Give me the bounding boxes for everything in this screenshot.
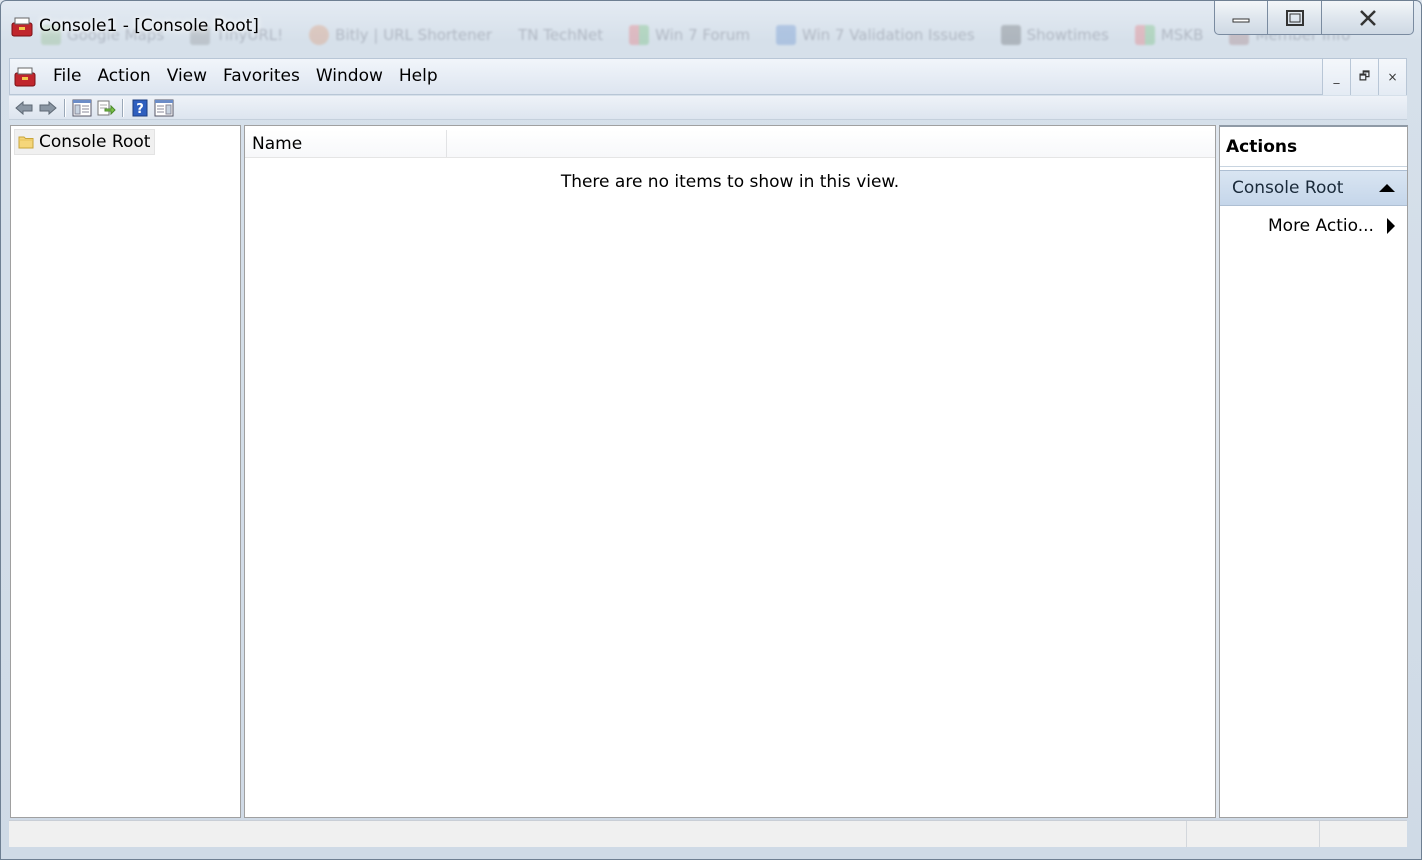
show-hide-console-tree-button[interactable] [71, 97, 92, 118]
menu-file[interactable]: File [45, 58, 89, 95]
show-hide-console-tree-icon [72, 99, 91, 116]
mmc-toolbox-icon[interactable] [13, 65, 37, 89]
minimize-icon [1232, 18, 1250, 22]
toolbar-separator [64, 98, 65, 117]
mmc-window: Google Maps TinyURL! Bitly | URL Shorten… [0, 0, 1422, 860]
menu-action[interactable]: Action [89, 58, 158, 95]
ghost-bookmark: Win 7 Validation Issues [775, 25, 975, 45]
ghost-bookmark: Bitly | URL Shortener [309, 25, 492, 45]
forward-button[interactable] [37, 97, 58, 118]
forward-arrow-icon [39, 100, 57, 115]
console-tree-pane[interactable]: Console Root [10, 125, 241, 818]
status-cell-end [1320, 821, 1407, 847]
ghost-bookmark: Showtimes [1000, 25, 1109, 45]
collapse-up-icon[interactable] [1379, 184, 1395, 192]
close-button[interactable] [1322, 1, 1414, 35]
actions-pane: Actions Console Root More Actio... [1219, 125, 1408, 818]
svg-text:?: ? [136, 102, 144, 117]
column-header-empty[interactable] [447, 130, 1215, 157]
actions-section-console-root[interactable]: Console Root [1220, 170, 1407, 206]
close-icon [1359, 9, 1376, 26]
status-cell-secondary [1187, 821, 1320, 847]
child-close-button[interactable]: × [1378, 59, 1407, 95]
minimize-button[interactable] [1214, 1, 1268, 35]
child-restore-button[interactable]: 🗗 [1350, 59, 1379, 95]
action-item-label: More Actio... [1268, 216, 1374, 236]
menu-favorites[interactable]: Favorites [215, 58, 308, 95]
help-button[interactable]: ? [129, 97, 150, 118]
menu-window[interactable]: Window [308, 58, 391, 95]
child-window-buttons: _ 🗗 × [1322, 59, 1407, 95]
result-list-pane[interactable]: Name There are no items to show in this … [244, 125, 1216, 818]
show-hide-action-pane-icon [154, 99, 173, 116]
caption-buttons [1214, 1, 1414, 35]
help-icon: ? [132, 99, 147, 117]
window-title: Console1 - [Console Root] [39, 16, 259, 36]
maximize-button[interactable] [1268, 1, 1322, 35]
mmc-toolbox-icon[interactable] [10, 15, 34, 39]
action-more-actions[interactable]: More Actio... [1220, 213, 1407, 239]
export-list-icon [97, 100, 116, 115]
submenu-arrow-icon [1387, 218, 1395, 234]
show-hide-action-pane-button[interactable] [153, 97, 174, 118]
menu-bar: File Action View Favorites Window Help _… [9, 58, 1407, 95]
back-button[interactable] [13, 97, 34, 118]
ghost-bookmark: TN TechNet [518, 26, 604, 44]
tree-item-label: Console Root [39, 132, 151, 152]
actions-section-label: Console Root [1232, 178, 1344, 198]
back-arrow-icon [14, 100, 32, 115]
actions-pane-title: Actions [1220, 127, 1407, 167]
toolbar-separator [122, 98, 123, 117]
list-header: Name [245, 130, 1215, 158]
toolbar: ? [9, 96, 1407, 120]
tree-item-console-root[interactable]: Console Root [14, 129, 156, 155]
column-header-name[interactable]: Name [245, 130, 447, 157]
menu-help[interactable]: Help [391, 58, 446, 95]
empty-list-message: There are no items to show in this view. [560, 172, 900, 192]
status-cell-main [9, 821, 1187, 847]
menu-view[interactable]: View [159, 58, 215, 95]
maximize-icon [1285, 9, 1304, 26]
child-minimize-button[interactable]: _ [1322, 59, 1351, 95]
folder-icon [18, 136, 34, 149]
status-bar [9, 820, 1407, 847]
title-bar[interactable]: Google Maps TinyURL! Bitly | URL Shorten… [1, 1, 1421, 55]
ghost-bookmark: Win 7 Forum [629, 25, 750, 45]
export-list-button[interactable] [95, 97, 116, 118]
ghost-bookmark: MSKB [1134, 25, 1203, 45]
